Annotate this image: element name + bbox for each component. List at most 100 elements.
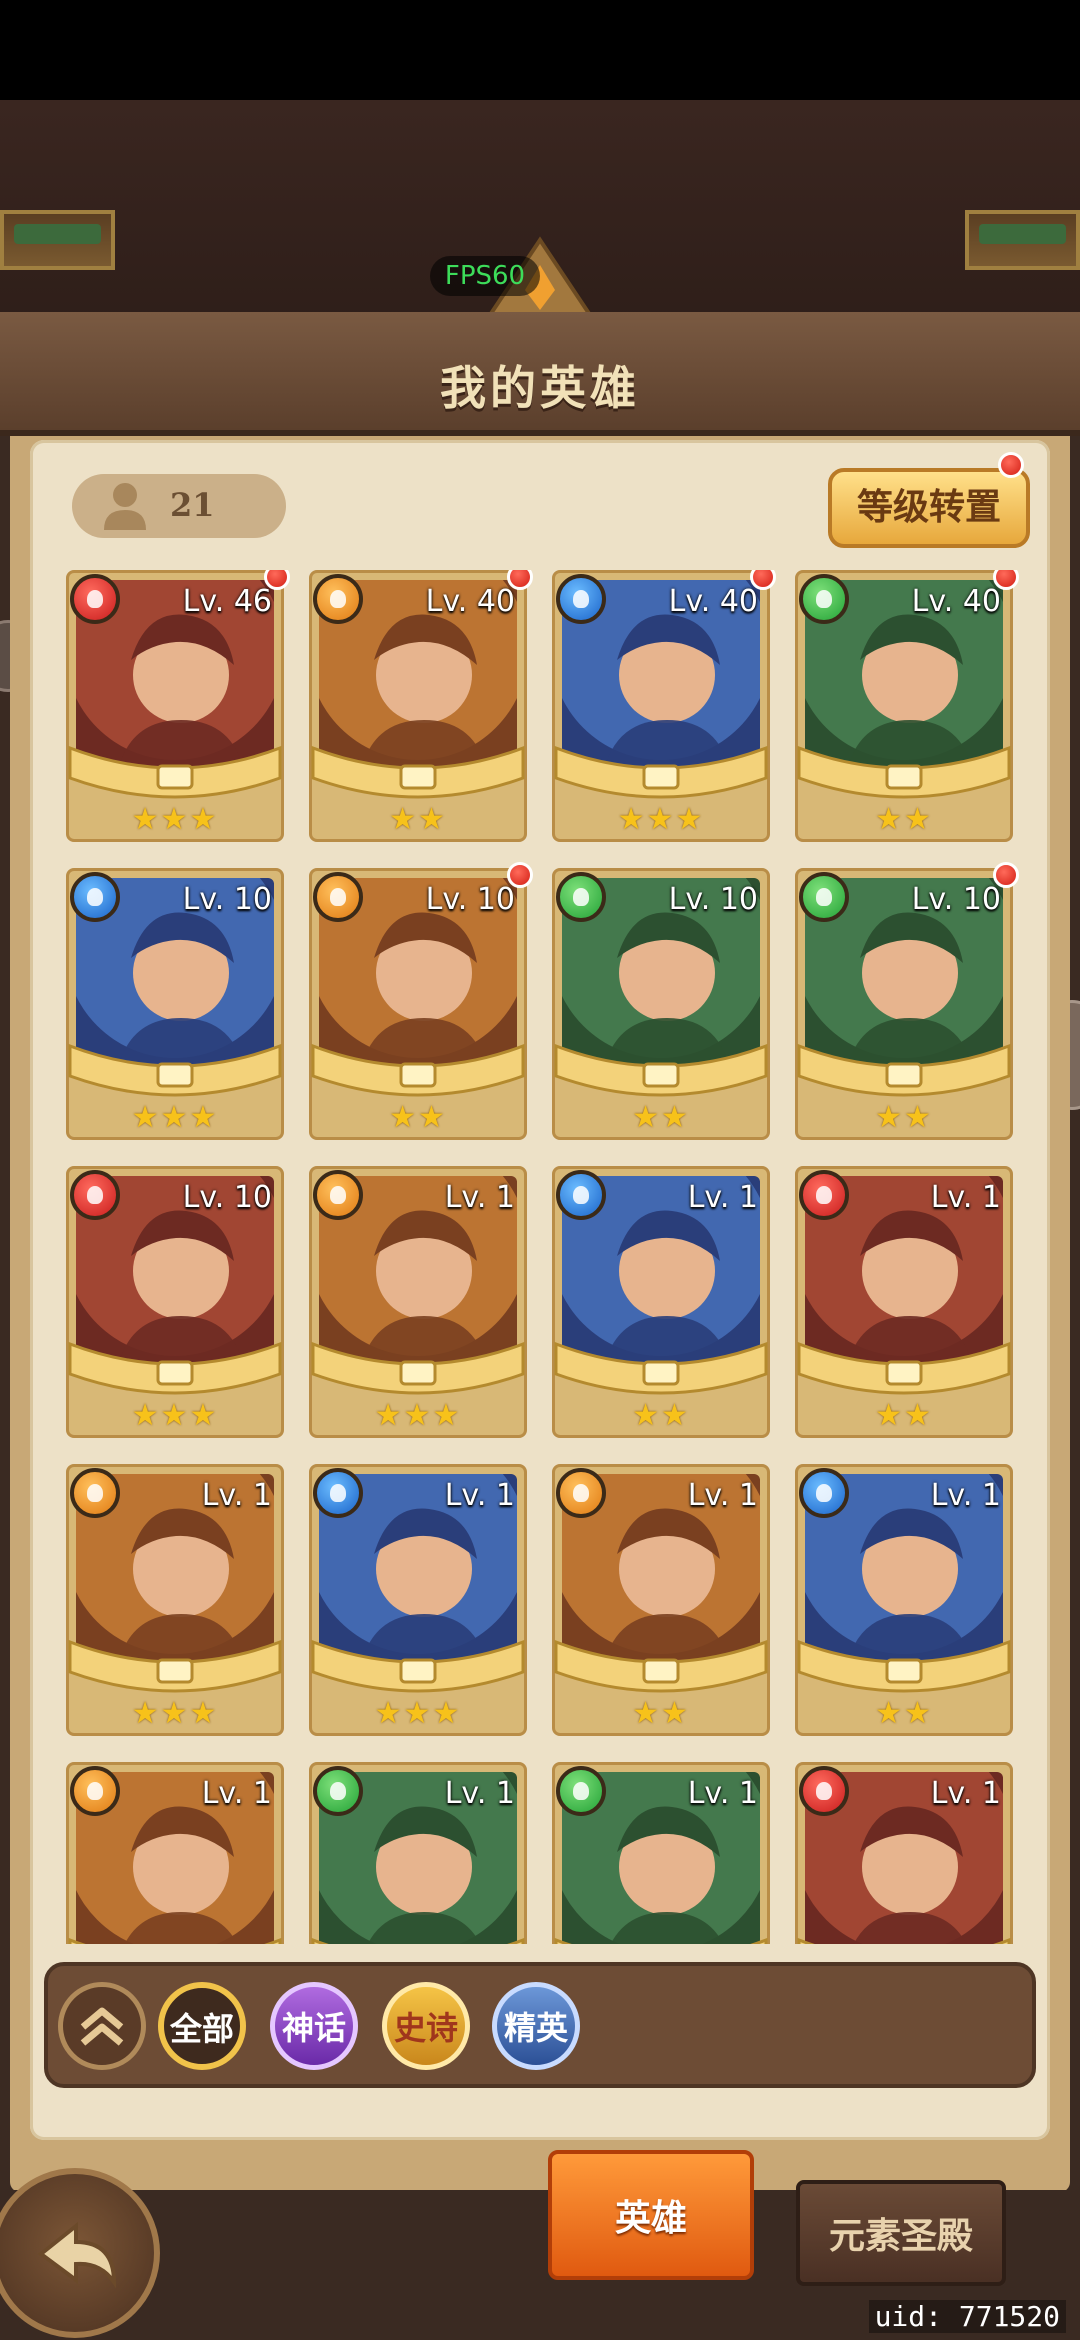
hero-level: Lv. 40 bbox=[911, 584, 1001, 619]
left-pillar-ornament bbox=[0, 210, 115, 270]
hero-level: Lv. 1 bbox=[444, 1180, 515, 1215]
star-rating: ★★★ bbox=[131, 1398, 219, 1433]
light-element-icon bbox=[70, 1766, 120, 1816]
light-element-icon bbox=[556, 1468, 606, 1518]
hero-card[interactable]: Lv. 10 ★★ bbox=[552, 868, 770, 1140]
hero-level: Lv. 1 bbox=[201, 1478, 272, 1513]
filter-myth-button[interactable]: 神话 bbox=[270, 1982, 358, 2070]
card-banner bbox=[554, 1341, 768, 1395]
star-rating: ★★ bbox=[875, 1398, 933, 1433]
hero-level: Lv. 1 bbox=[444, 1478, 515, 1513]
hero-count: 21 bbox=[170, 486, 215, 524]
card-banner bbox=[68, 1937, 282, 1944]
hero-card[interactable]: Lv. 10 ★★★ bbox=[66, 868, 284, 1140]
hero-level: Lv. 1 bbox=[201, 1776, 272, 1811]
hero-level: Lv. 40 bbox=[425, 584, 515, 619]
hero-level: Lv. 10 bbox=[425, 882, 515, 917]
hero-card[interactable]: Lv. 1 ★★ bbox=[795, 1166, 1013, 1438]
hero-card[interactable]: Lv. 1 ★★ bbox=[552, 1464, 770, 1736]
star-rating: ★★ bbox=[875, 1696, 933, 1731]
card-banner bbox=[68, 1341, 282, 1395]
star-rating: ★★ bbox=[875, 1100, 933, 1135]
tab-heroes[interactable]: 英雄 bbox=[548, 2150, 754, 2280]
hero-card[interactable]: Lv. 1 ★★★ bbox=[309, 1166, 527, 1438]
notification-dot bbox=[993, 570, 1019, 590]
filter-epic-button[interactable]: 史诗 bbox=[382, 1982, 470, 2070]
hero-card[interactable]: Lv. 10 ★★★ bbox=[66, 1166, 284, 1438]
earth-element-icon bbox=[799, 574, 849, 624]
light-element-icon bbox=[313, 872, 363, 922]
card-banner bbox=[311, 1043, 525, 1097]
hero-level: Lv. 1 bbox=[687, 1180, 758, 1215]
hero-card[interactable]: Lv. 1 ★★ bbox=[552, 1166, 770, 1438]
hero-card[interactable]: Lv. 10 ★★ bbox=[309, 862, 533, 1140]
hero-level: Lv. 10 bbox=[182, 882, 272, 917]
hero-card[interactable]: Lv. 1 bbox=[66, 1762, 284, 1944]
fps-counter: FPS60 bbox=[430, 256, 540, 296]
card-banner bbox=[311, 1341, 525, 1395]
page-title: 我的英雄 bbox=[440, 361, 640, 415]
hero-card[interactable]: Lv. 46 ★★★ bbox=[66, 570, 290, 842]
hero-level: Lv. 1 bbox=[930, 1776, 1001, 1811]
back-button[interactable] bbox=[0, 2168, 160, 2338]
fire-element-icon bbox=[70, 1170, 120, 1220]
card-banner bbox=[68, 1043, 282, 1097]
star-rating: ★★ bbox=[632, 1398, 690, 1433]
right-pillar-ornament bbox=[965, 210, 1080, 270]
hero-level: Lv. 10 bbox=[668, 882, 758, 917]
water-element-icon bbox=[313, 1468, 363, 1518]
hero-card[interactable]: Lv. 40 ★★★ bbox=[552, 570, 776, 842]
star-rating: ★★ bbox=[632, 1696, 690, 1731]
user-id: uid: 771520 bbox=[868, 2300, 1066, 2333]
card-banner bbox=[554, 1639, 768, 1693]
light-element-icon bbox=[313, 1170, 363, 1220]
card-banner bbox=[311, 1639, 525, 1693]
hero-card[interactable]: Lv. 40 ★★ bbox=[795, 570, 1019, 842]
hero-card[interactable]: Lv. 1 ★★★ bbox=[309, 1464, 527, 1736]
card-banner bbox=[797, 1341, 1011, 1395]
earth-element-icon bbox=[799, 872, 849, 922]
hero-grid: Lv. 46 ★★★ Lv. 40 ★★ Lv. 40 ★★★ Lv. 40 ★★ Lv. 10… bbox=[60, 570, 1020, 1944]
hero-level: Lv. 1 bbox=[930, 1478, 1001, 1513]
card-banner bbox=[554, 1043, 768, 1097]
notification-dot bbox=[264, 570, 290, 590]
star-rating: ★★★ bbox=[131, 1696, 219, 1731]
hero-level: Lv. 10 bbox=[182, 1180, 272, 1215]
hero-card[interactable]: Lv. 40 ★★ bbox=[309, 570, 533, 842]
card-banner bbox=[68, 1639, 282, 1693]
card-banner bbox=[68, 745, 282, 799]
filter-all-button[interactable]: 全部 bbox=[158, 1982, 246, 2070]
tab-element-temple[interactable]: 元素圣殿 bbox=[796, 2180, 1006, 2286]
notification-dot bbox=[750, 570, 776, 590]
hero-card[interactable]: Lv. 1 bbox=[309, 1762, 527, 1944]
status-bar bbox=[0, 0, 1080, 100]
card-banner bbox=[797, 1937, 1011, 1944]
earth-element-icon bbox=[556, 1766, 606, 1816]
hero-card[interactable]: Lv. 10 ★★ bbox=[795, 862, 1019, 1140]
notification-dot bbox=[507, 570, 533, 590]
water-element-icon bbox=[70, 872, 120, 922]
card-banner bbox=[797, 745, 1011, 799]
star-rating: ★★★ bbox=[374, 1398, 462, 1433]
hero-card[interactable]: Lv. 1 ★★ bbox=[795, 1464, 1013, 1736]
hero-card[interactable]: Lv. 1 bbox=[552, 1762, 770, 1944]
earth-element-icon bbox=[313, 1766, 363, 1816]
notification-dot bbox=[507, 862, 533, 888]
card-banner bbox=[554, 745, 768, 799]
star-rating: ★★ bbox=[389, 1100, 447, 1135]
level-transfer-button[interactable]: 等级转置 bbox=[828, 468, 1030, 548]
hero-level: Lv. 40 bbox=[668, 584, 758, 619]
person-icon bbox=[104, 483, 146, 530]
hero-card[interactable]: Lv. 1 ★★★ bbox=[66, 1464, 284, 1736]
water-element-icon bbox=[799, 1468, 849, 1518]
hero-level: Lv. 1 bbox=[687, 1478, 758, 1513]
star-rating: ★★★ bbox=[617, 802, 705, 837]
filter-elite-button[interactable]: 精英 bbox=[492, 1982, 580, 2070]
card-banner bbox=[797, 1043, 1011, 1097]
hero-card[interactable]: Lv. 1 bbox=[795, 1762, 1013, 1944]
collapse-chevron-button[interactable] bbox=[58, 1982, 146, 2070]
card-banner bbox=[797, 1639, 1011, 1693]
star-rating: ★★ bbox=[389, 802, 447, 837]
notification-dot bbox=[998, 452, 1024, 478]
light-element-icon bbox=[313, 574, 363, 624]
